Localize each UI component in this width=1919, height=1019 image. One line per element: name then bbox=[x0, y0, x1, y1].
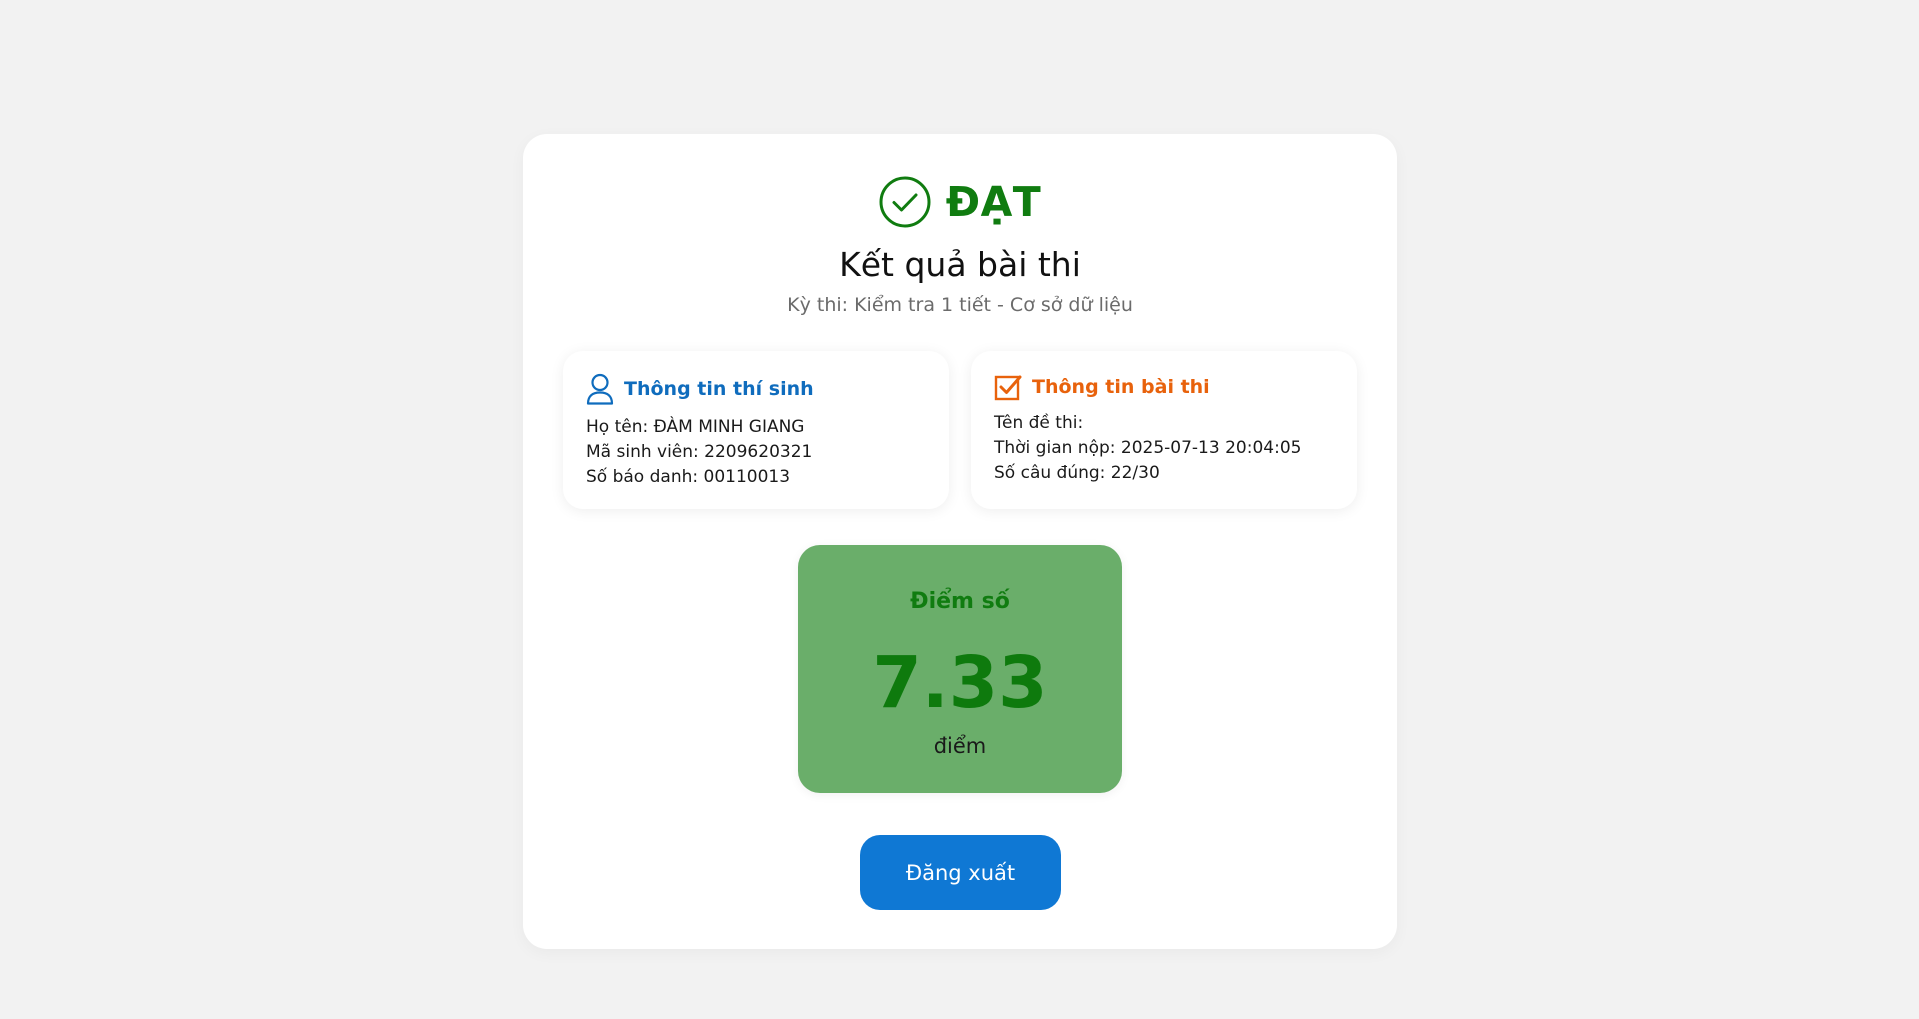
score-unit: điểm bbox=[933, 734, 987, 758]
status-label: ĐẠT bbox=[945, 178, 1042, 226]
logout-button[interactable]: Đăng xuất bbox=[860, 835, 1061, 910]
exam-name: Tên đề thi: bbox=[994, 413, 1084, 433]
exam-subtitle: Kỳ thi: Kiểm tra 1 tiết - Cơ sở dữ liệu bbox=[787, 294, 1133, 316]
page-title: Kết quả bài thi bbox=[839, 245, 1081, 284]
exam-info-panel: Thông tin bài thi Tên đề thi: Thời gian … bbox=[971, 351, 1357, 509]
exam-info-title: Thông tin bài thi bbox=[1032, 376, 1210, 398]
result-card: ĐẠT Kết quả bài thi Kỳ thi: Kiểm tra 1 t… bbox=[523, 134, 1397, 949]
check-circle-icon bbox=[879, 176, 931, 228]
score-value: 7.33 bbox=[872, 641, 1048, 724]
candidate-info-header: Thông tin thí sinh bbox=[586, 373, 927, 405]
candidate-name: Họ tên: ĐÀM MINH GIANG bbox=[586, 417, 805, 437]
score-label: Điểm số bbox=[910, 589, 1010, 614]
candidate-info-panel: Thông tin thí sinh Họ tên: ĐÀM MINH GIAN… bbox=[563, 351, 949, 509]
result-status: ĐẠT bbox=[523, 176, 1397, 228]
candidate-number: Số báo danh: 00110013 bbox=[586, 467, 791, 487]
student-id: Mã sinh viên: 2209620321 bbox=[586, 442, 813, 462]
correct-answers: Số câu đúng: 22/30 bbox=[994, 463, 1160, 483]
score-box: Điểm số 7.33 điểm bbox=[798, 545, 1122, 793]
exam-info-header: Thông tin bài thi bbox=[994, 373, 1335, 401]
checkbox-checked-icon bbox=[994, 373, 1022, 401]
candidate-info-title: Thông tin thí sinh bbox=[624, 378, 814, 400]
person-icon bbox=[586, 373, 614, 405]
submission-time: Thời gian nộp: 2025-07-13 20:04:05 bbox=[994, 438, 1302, 458]
